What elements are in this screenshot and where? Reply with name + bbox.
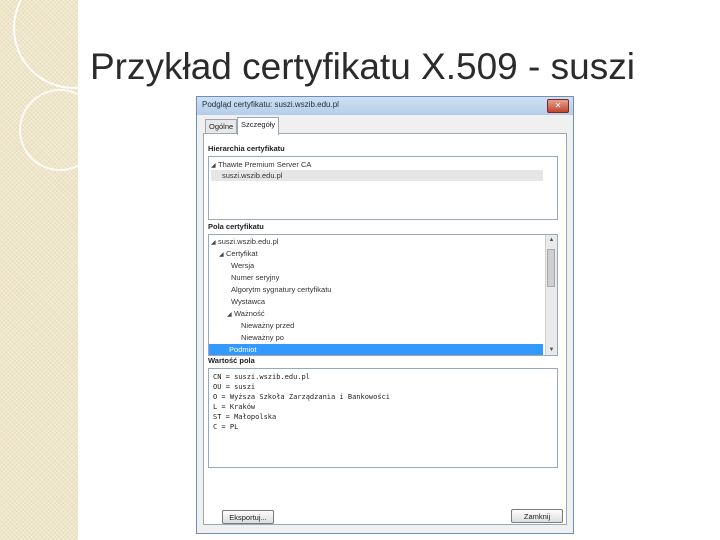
dialog-titlebar: Podgląd certyfikatu: suszi.wszib.edu.pl …: [197, 97, 573, 115]
tree-item-selected[interactable]: Podmiot: [209, 344, 543, 355]
tree-item[interactable]: Nieważny po: [211, 332, 543, 343]
tree-item[interactable]: ◢ Certyfikat: [211, 248, 543, 259]
certificate-dialog: Podgląd certyfikatu: suszi.wszib.edu.pl …: [196, 96, 574, 534]
hierarchy-tree[interactable]: ◢ Thawte Premium Server CA suszi.wszib.ed…: [208, 156, 558, 220]
tree-item[interactable]: Numer seryjny: [211, 272, 543, 283]
value-line: O = Wyższa Szkoła Zarządzania i Bankowoś…: [213, 393, 391, 401]
value-textarea[interactable]: CN = suszi.wszib.edu.pl OU = suszi O = W…: [208, 368, 558, 468]
tree-item[interactable]: Wersja: [211, 260, 543, 271]
scroll-thumb[interactable]: [547, 249, 555, 287]
value-line: ST = Małopolska: [213, 413, 277, 421]
slide-title: Przykład certyfikatu X.509 - suszi: [90, 46, 635, 87]
tree-item[interactable]: Wystawca: [211, 296, 543, 307]
scroll-down-icon[interactable]: ▼: [546, 345, 557, 355]
value-line: CN = suszi.wszib.edu.pl: [213, 373, 310, 381]
hierarchy-label: Hierarchia certyfikatu: [208, 144, 285, 153]
value-label: Wartość pola: [208, 356, 255, 365]
tree-item[interactable]: ◢ Ważność: [211, 308, 543, 319]
tree-item-selected[interactable]: suszi.wszib.edu.pl: [211, 170, 543, 181]
value-line: OU = suszi: [213, 383, 256, 391]
tab-details[interactable]: Szczegóły: [237, 117, 280, 135]
tree-item[interactable]: Nieważny przed: [211, 320, 543, 331]
scroll-up-icon[interactable]: ▲: [546, 235, 557, 245]
decorative-circles: [13, 0, 135, 171]
close-button[interactable]: Zamknij: [511, 509, 563, 523]
close-icon[interactable]: ✕: [547, 99, 569, 113]
dialog-title: Podgląd certyfikatu: suszi.wszib.edu.pl: [202, 100, 339, 109]
tab-general[interactable]: Ogólne: [205, 119, 238, 134]
export-button[interactable]: Eksportuj...: [222, 510, 274, 524]
value-line: L = Kraków: [213, 403, 256, 411]
details-panel: Hierarchia certyfikatu ◢ Thawte Premium S…: [203, 133, 567, 525]
value-line: C = PL: [213, 423, 239, 431]
tree-item[interactable]: ◢ Thawte Premium Server CA: [211, 159, 543, 170]
fields-tree[interactable]: ◢ suszi.wszib.edu.pl ◢ Certyfikat Wersja N…: [208, 234, 558, 356]
fields-label: Pola certyfikatu: [208, 222, 264, 231]
tree-item[interactable]: Algorytm sygnatury certyfikatu: [211, 284, 543, 295]
fields-scrollbar[interactable]: ▲ ▼: [545, 235, 557, 355]
tree-item[interactable]: ◢ suszi.wszib.edu.pl: [211, 236, 543, 247]
